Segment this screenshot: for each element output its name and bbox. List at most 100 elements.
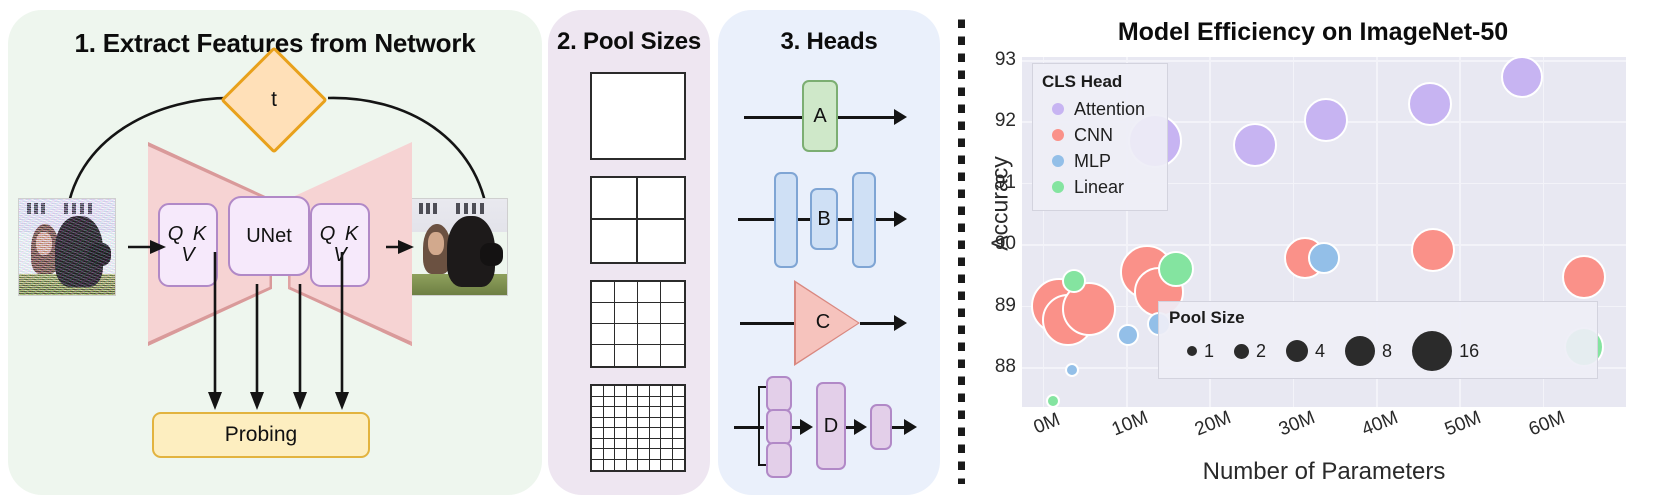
pool-size-value: 16 <box>1459 340 1480 361</box>
x-axis-tick-label: 10M <box>1108 407 1152 441</box>
pool-cell <box>638 303 661 324</box>
pool-cell <box>672 386 684 397</box>
head-C-label: C <box>815 310 831 333</box>
pool-cell <box>672 407 684 418</box>
pool-cell <box>626 428 638 439</box>
pool-cell <box>592 303 615 324</box>
pool-cell <box>592 345 615 366</box>
pool-cell <box>592 407 604 418</box>
pool-cell <box>615 396 627 407</box>
pool-cell <box>615 459 627 470</box>
scatter-point <box>1116 323 1139 346</box>
legend-entry-label: CNN <box>1074 124 1113 145</box>
head-linear-A: A <box>718 66 940 170</box>
head-D-block-top <box>766 376 792 412</box>
pool-cell <box>661 459 673 470</box>
panel-pool-sizes: 2. Pool Sizes <box>548 10 710 495</box>
head-D-block-mid <box>766 409 792 445</box>
legend-entry[interactable]: Linear <box>1042 174 1158 200</box>
pool-cell <box>592 428 604 439</box>
pool-cell <box>672 449 684 460</box>
pool-cell <box>638 417 650 428</box>
legend-pool-size: Pool Size 1 2 4 8 16 <box>1158 301 1598 379</box>
pool-cell <box>603 428 615 439</box>
pool-cell <box>603 417 615 428</box>
x-axis-tick-label: 20M <box>1192 407 1235 441</box>
pool-cell <box>615 449 627 460</box>
pool-cell <box>661 303 684 324</box>
pool-cell <box>638 220 684 262</box>
pool-grid-4 <box>590 280 686 368</box>
pool-cell <box>649 438 661 449</box>
x-axis-tick-label: 50M <box>1442 407 1485 441</box>
y-axis-tick-label: 88 <box>994 356 1016 378</box>
x-axis-tick-label: 40M <box>1358 407 1402 441</box>
pool-cell <box>615 303 638 324</box>
head-cnn-C: C <box>718 272 940 376</box>
figure-root: 1. Extract Features from Network t Q K V… <box>0 0 1658 503</box>
pool-cell <box>604 459 615 470</box>
chart-title: Model Efficiency on ImageNet-50 <box>1117 18 1509 46</box>
pool-cell <box>603 407 615 418</box>
x-axis-label: Number of Parameters <box>1202 458 1446 485</box>
legend-entry[interactable]: Attention <box>1042 96 1158 122</box>
legend-entry-label: Linear <box>1074 176 1125 197</box>
pool-cell <box>649 417 661 428</box>
head-mlp-B: B <box>718 168 940 272</box>
pool-cell <box>592 178 638 220</box>
pool-cell <box>649 386 661 397</box>
legend-entry[interactable]: CNN <box>1042 122 1158 148</box>
head-D-block-out <box>870 404 892 450</box>
pool-cell <box>615 417 627 428</box>
pool-cell <box>603 438 615 449</box>
legend-pool-title: Pool Size <box>1169 308 1245 327</box>
pool-cell <box>592 220 638 262</box>
pool-cell <box>603 396 615 407</box>
pool-cell <box>661 449 673 460</box>
scatter-point <box>1233 122 1278 167</box>
pool-size-legend-entry[interactable]: 2 <box>1234 341 1266 362</box>
head-B-label: B <box>817 207 831 230</box>
pool-cell <box>615 345 638 366</box>
x-axis-ticks: 0M 10M 20M 30M 40M 50M 60M <box>1022 407 1626 448</box>
pool-cell <box>592 282 615 303</box>
pool-cell <box>650 459 661 470</box>
pool-cell <box>672 439 684 449</box>
panel-pool-title: 2. Pool Sizes <box>556 28 702 55</box>
scatter-point <box>1304 98 1349 143</box>
legend-entry[interactable]: MLP <box>1042 148 1158 174</box>
pool-cell <box>615 386 627 397</box>
pool-cell <box>615 324 638 345</box>
pool-size-legend-entry[interactable]: 4 <box>1286 340 1325 362</box>
scatter-point <box>1562 254 1607 299</box>
pool-cell <box>592 396 604 407</box>
pool-size-value: 2 <box>1256 340 1267 361</box>
pool-cell <box>592 449 604 460</box>
panel-heads: 3. Heads A B C D <box>718 10 940 495</box>
pool-size-value: 8 <box>1382 340 1393 361</box>
pool-cell <box>638 459 650 470</box>
pool-cell <box>638 282 661 303</box>
pool-cell <box>672 428 684 439</box>
scatter-point <box>1158 250 1195 287</box>
pool-size-legend-entry[interactable]: 1 <box>1187 341 1214 362</box>
pool-cell <box>626 386 638 397</box>
pool-cell <box>672 418 684 428</box>
pool-cell <box>661 417 673 428</box>
pool-cell <box>626 396 638 407</box>
legend-cls-title: CLS Head <box>1042 72 1123 91</box>
pool-grid-8 <box>590 384 686 472</box>
pool-size-legend-entry[interactable]: 8 <box>1345 336 1392 366</box>
pool-grid-1 <box>590 72 686 160</box>
pool-size-legend-entry[interactable]: 16 <box>1412 331 1479 371</box>
legend-entry-label: MLP <box>1074 150 1112 171</box>
pool-cell <box>638 449 650 460</box>
pool-cell <box>661 324 684 345</box>
pool-cell <box>638 407 650 418</box>
pool-cell <box>649 428 661 439</box>
legend-entry-label: Attention <box>1074 98 1146 119</box>
pool-grid-2 <box>590 176 686 264</box>
pool-cell <box>592 324 615 345</box>
pool-size-value: 1 <box>1204 340 1215 361</box>
y-axis-label: Accuracy <box>986 156 1013 251</box>
